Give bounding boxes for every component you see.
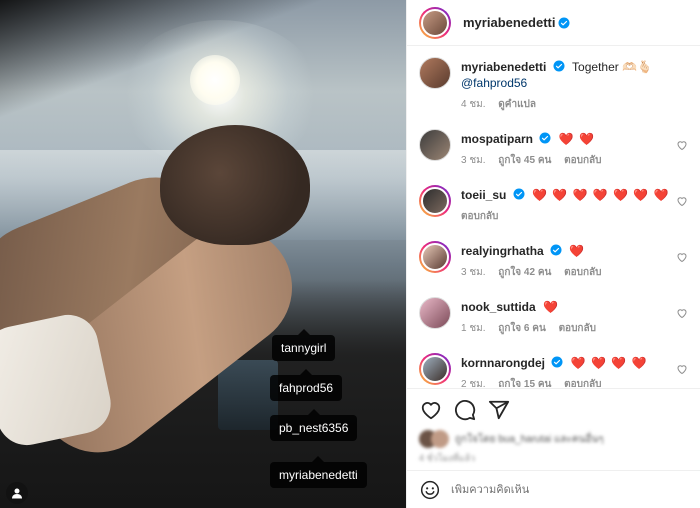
liker-avatars[interactable] bbox=[419, 430, 453, 448]
comment-item: realyingrhatha ❤️ 3 ชม. ถูกใจ 42 คน ตอบก… bbox=[419, 241, 688, 281]
comment-like-icon[interactable] bbox=[676, 363, 688, 375]
liked-by-text[interactable]: ถูกใจโดย bua_harutai และคนอื่นๆ bbox=[455, 432, 604, 447]
comment-text: ❤️ bbox=[569, 244, 586, 258]
photo-tag-3[interactable]: pb_nest6356 bbox=[270, 409, 358, 441]
photo-tag-2[interactable]: fahprod56 bbox=[270, 369, 343, 401]
comment-time: 1 ชม. bbox=[461, 323, 486, 334]
translate-link[interactable]: ดูคำแปล bbox=[498, 99, 536, 110]
tagged-user-icon[interactable] bbox=[6, 482, 28, 504]
comment-time: 3 ชม. bbox=[461, 267, 486, 278]
comment-text: ❤️ ❤️ bbox=[558, 132, 595, 146]
comment-time: 2 ชม. bbox=[461, 379, 486, 387]
comment-text: ❤️ ❤️ ❤️ ❤️ bbox=[570, 356, 648, 370]
share-icon[interactable] bbox=[487, 398, 511, 422]
author-avatar[interactable] bbox=[419, 6, 451, 39]
verified-icon bbox=[513, 188, 525, 200]
caption-mention[interactable]: @fahprod56 bbox=[461, 76, 527, 90]
commenter-avatar[interactable] bbox=[419, 241, 451, 273]
reply-button[interactable]: ตอบกลับ bbox=[564, 155, 601, 166]
reply-button[interactable]: ตอบกลับ bbox=[564, 267, 601, 278]
verified-icon bbox=[553, 60, 565, 72]
verified-icon bbox=[539, 132, 551, 144]
photo-tag-1[interactable]: tannygirl bbox=[272, 329, 336, 361]
reply-button[interactable]: ตอบกลับ bbox=[564, 379, 601, 387]
caption-username[interactable]: myriabenedetti bbox=[461, 60, 546, 74]
comment-item: toeii_su ❤️ ❤️ ❤️ ❤️ ❤️ ❤️ ❤️ ตอบกลับ bbox=[419, 185, 688, 225]
caption-text: Together 🫶🏻🫰🏻 bbox=[572, 60, 652, 74]
verified-icon bbox=[551, 356, 563, 368]
commenter-username[interactable]: nook_suttida bbox=[461, 300, 536, 314]
car-screen bbox=[218, 360, 278, 430]
commenter-avatar[interactable] bbox=[419, 297, 451, 329]
post-photo[interactable]: tannygirl fahprod56 pb_nest6356 myriaben… bbox=[0, 0, 406, 508]
comment-item: kornnarongdej ❤️ ❤️ ❤️ ❤️ 2 ชม. ถูกใจ 15… bbox=[419, 353, 688, 387]
commenter-username[interactable]: realyingrhatha bbox=[461, 244, 544, 258]
caption-time: 4 ชม. bbox=[461, 99, 486, 110]
comment-likes[interactable]: ถูกใจ 45 คน bbox=[498, 155, 551, 166]
comment-likes[interactable]: ถูกใจ 15 คน bbox=[498, 379, 551, 387]
comment-text: ❤️ bbox=[543, 300, 559, 314]
emoji-icon[interactable] bbox=[419, 479, 441, 501]
comment-like-icon[interactable] bbox=[676, 307, 688, 319]
author-username[interactable]: myriabenedetti bbox=[463, 15, 555, 30]
comment-like-icon[interactable] bbox=[676, 139, 688, 151]
commenter-avatar[interactable] bbox=[419, 185, 451, 217]
commenter-username[interactable]: mospatiparn bbox=[461, 132, 533, 146]
comment-likes[interactable]: ถูกใจ 6 คน bbox=[498, 323, 546, 334]
verified-icon bbox=[558, 17, 570, 28]
comment-text: ❤️ ❤️ ❤️ ❤️ ❤️ ❤️ ❤️ bbox=[532, 188, 670, 202]
reply-button[interactable]: ตอบกลับ bbox=[559, 323, 596, 334]
comment-icon[interactable] bbox=[453, 398, 477, 422]
post-side-panel: myriabenedetti myriabenedetti Together 🫶… bbox=[406, 0, 700, 508]
comment-item: nook_suttida ❤️ 1 ชม. ถูกใจ 6 คน ตอบกลับ bbox=[419, 297, 688, 337]
likes-summary: ถูกใจโดย bua_harutai และคนอื่นๆ 4 ชั่วโม… bbox=[419, 428, 688, 466]
comment-like-icon[interactable] bbox=[676, 251, 688, 263]
post-actions bbox=[407, 388, 700, 430]
commenter-username[interactable]: kornnarongdej bbox=[461, 356, 545, 370]
comment-input[interactable] bbox=[451, 483, 671, 496]
like-icon[interactable] bbox=[419, 398, 443, 422]
caption-avatar[interactable] bbox=[419, 57, 451, 89]
photo-tag-4[interactable]: myriabenedetti bbox=[270, 456, 367, 488]
held-hands bbox=[160, 125, 310, 245]
comment-like-icon[interactable] bbox=[676, 195, 688, 207]
comment-likes[interactable]: ถูกใจ 42 คน bbox=[498, 267, 551, 278]
reply-button[interactable]: ตอบกลับ bbox=[461, 211, 498, 222]
comment-item: mospatiparn ❤️ ❤️ 3 ชม. ถูกใจ 45 คน ตอบก… bbox=[419, 129, 688, 169]
comment-time: 3 ชม. bbox=[461, 155, 486, 166]
post-time: 4 ชั่วโมงที่แล้ว bbox=[419, 453, 476, 463]
caption: myriabenedetti Together 🫶🏻🫰🏻 @fahprod56 … bbox=[419, 57, 688, 113]
verified-icon bbox=[550, 244, 562, 256]
commenter-avatar[interactable] bbox=[419, 353, 451, 385]
add-comment-bar bbox=[407, 470, 700, 508]
commenter-avatar[interactable] bbox=[419, 129, 451, 161]
post-header: myriabenedetti bbox=[407, 0, 700, 46]
commenter-username[interactable]: toeii_su bbox=[461, 188, 506, 202]
comments-list[interactable]: myriabenedetti Together 🫶🏻🫰🏻 @fahprod56 … bbox=[407, 47, 700, 387]
